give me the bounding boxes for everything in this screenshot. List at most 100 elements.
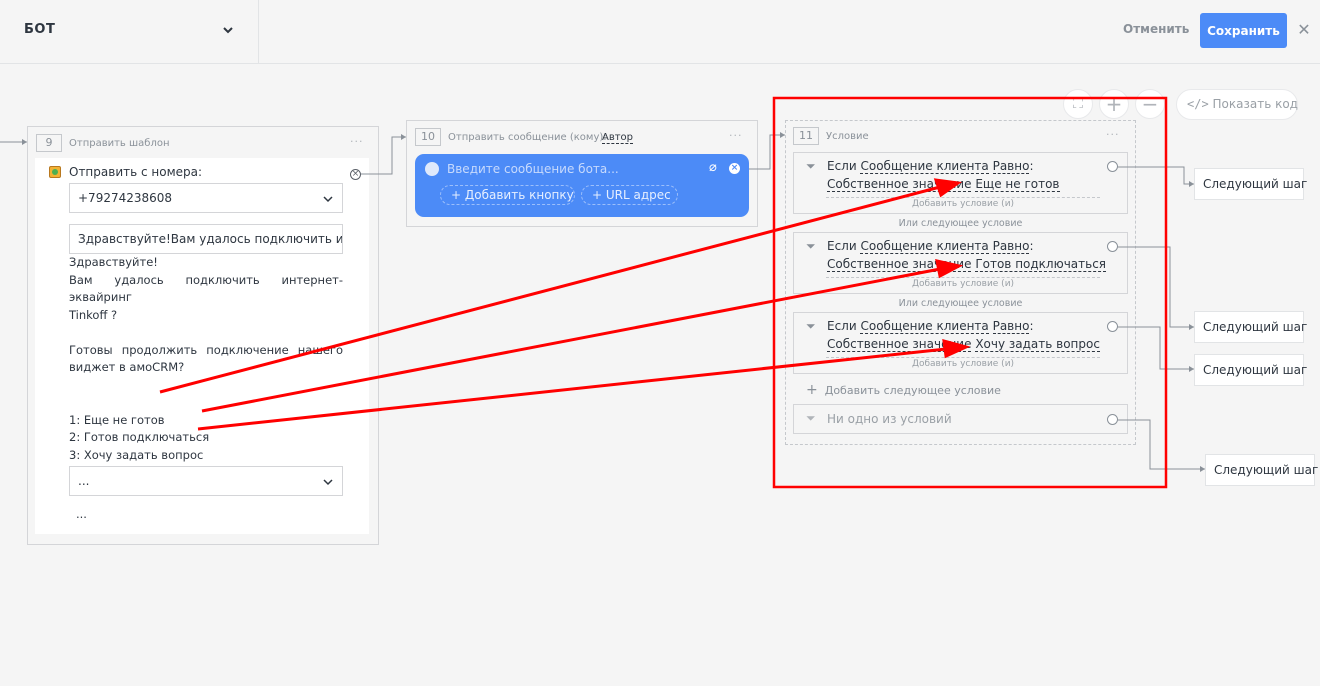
plus-icon: + — [592, 188, 606, 202]
zoom-in-icon[interactable]: + — [1099, 89, 1129, 119]
none-of-conditions-row[interactable]: ⏷ Ни одно из условий — [793, 404, 1128, 434]
zoom-out-icon[interactable]: − — [1135, 89, 1165, 119]
block-number: 11 — [793, 127, 819, 145]
value-input[interactable]: Готов подключаться — [975, 257, 1107, 272]
close-icon[interactable]: ✕ — [1296, 22, 1312, 38]
block-title: Отправить шаблон — [69, 138, 170, 149]
output-port[interactable] — [1107, 321, 1118, 332]
condition-value-line: Собственное значение Готов подключаться — [827, 257, 1107, 272]
or-next-label: Или следующее условие — [898, 218, 1023, 229]
remove-icon[interactable]: × — [350, 169, 361, 180]
next-step-button[interactable]: Следующий шаг — [1194, 311, 1307, 343]
or-next-label: Или следующее условие — [898, 298, 1023, 309]
if-label: Если — [827, 239, 857, 253]
url-button[interactable]: + URL адрес — [581, 185, 678, 205]
template-select[interactable]: Здравствуйте!Вам удалось подключить инте… — [69, 224, 343, 254]
field-select[interactable]: Сообщение клиента — [860, 159, 989, 174]
condition-line: Если Сообщение клиента Равно: — [827, 159, 1034, 174]
if-label: Если — [827, 319, 857, 333]
next-step-button[interactable]: Следующий шаг — [1194, 168, 1307, 200]
value-input[interactable]: Еще не готов — [975, 177, 1060, 192]
separator: : — [1029, 319, 1034, 333]
condition-row[interactable]: ⏷ Если Сообщение клиента Равно: Собствен… — [793, 152, 1128, 214]
field-select[interactable]: Сообщение клиента — [860, 319, 989, 334]
param-value: ... — [78, 474, 90, 488]
add-button-button[interactable]: + Добавить кнопку — [440, 185, 575, 205]
operator-select[interactable]: Равно — [992, 159, 1030, 174]
value-type-select[interactable]: Собственное значение — [827, 337, 972, 352]
plus-icon: + — [806, 382, 818, 398]
value-type-select[interactable]: Собственное значение — [827, 257, 972, 272]
whatsapp-icon — [49, 166, 61, 178]
field-select[interactable]: Сообщение клиента — [860, 239, 989, 254]
block-menu-icon[interactable]: ··· — [350, 135, 364, 148]
param-extra: ... — [76, 507, 87, 521]
clear-icon[interactable]: × — [729, 163, 740, 174]
template-message-text: Здравствуйте! Вам удалось подключить инт… — [69, 254, 343, 464]
message-line: 1: Еще не готов — [69, 412, 165, 427]
value-type-select[interactable]: Собственное значение — [827, 177, 972, 192]
add-next-condition[interactable]: + Добавить следующее условие — [806, 382, 1001, 398]
chevron-down-icon — [323, 196, 333, 203]
output-port[interactable] — [1107, 161, 1118, 172]
output-port[interactable] — [1107, 241, 1118, 252]
chevron-down-icon — [223, 27, 233, 34]
bot-selector[interactable]: БОТ — [0, 0, 259, 64]
filter-icon: ⏷ — [806, 159, 816, 173]
add-and-condition[interactable]: Добавить условие (и) — [826, 357, 1100, 369]
message-line: Tinkoff ? — [69, 307, 118, 322]
separator: : — [1029, 159, 1034, 173]
condition-line: Если Сообщение клиента Равно: — [827, 239, 1034, 254]
block-number: 10 — [415, 128, 441, 146]
operator-select[interactable]: Равно — [992, 239, 1030, 254]
bot-message-editor[interactable]: Введите сообщение бота... ⌀ × + Добавить… — [415, 154, 749, 217]
next-step-button[interactable]: Следующий шаг — [1194, 354, 1307, 386]
chevron-down-icon — [323, 479, 333, 486]
phone-select[interactable]: +79274238608 — [69, 183, 343, 213]
output-port[interactable] — [1107, 414, 1118, 425]
message-line: 3: Хочу задать вопрос — [69, 447, 204, 462]
filter-icon: ⏷ — [806, 411, 816, 425]
block-menu-icon[interactable]: ··· — [1106, 128, 1120, 141]
save-button[interactable]: Сохранить — [1200, 13, 1287, 48]
cancel-button[interactable]: Отменить — [1123, 22, 1189, 36]
from-number-label: Отправить с номера: — [69, 165, 203, 179]
code-icon: </> — [1187, 97, 1209, 111]
condition-row[interactable]: ⏷ Если Сообщение клиента Равно: Собствен… — [793, 312, 1128, 374]
message-line: Вам удалось подключить интернет-эквайрин… — [69, 272, 343, 305]
recipient-select[interactable]: Автор — [602, 132, 634, 144]
message-line: виджет в амоCRM? — [69, 360, 185, 374]
message-line: 2: Готов подключаться — [69, 430, 210, 444]
fullscreen-icon[interactable]: ⛶ — [1063, 89, 1093, 119]
param-select[interactable]: ... — [69, 466, 343, 496]
message-line — [69, 324, 343, 342]
attach-icon[interactable]: ⌀ — [709, 160, 717, 175]
message-input[interactable]: Введите сообщение бота... — [447, 162, 619, 176]
separator: : — [1029, 239, 1034, 253]
block-menu-icon[interactable]: ··· — [729, 129, 743, 142]
if-label: Если — [827, 159, 857, 173]
operator-select[interactable]: Равно — [992, 319, 1030, 334]
message-line — [69, 377, 343, 395]
condition-row[interactable]: ⏷ Если Сообщение клиента Равно: Собствен… — [793, 232, 1128, 294]
next-step-button[interactable]: Следующий шаг — [1205, 454, 1318, 486]
add-and-condition[interactable]: Добавить условие (и) — [826, 277, 1100, 289]
message-line: Здравствуйте! — [69, 255, 158, 269]
condition-value-line: Собственное значение Хочу задать вопрос — [827, 337, 1100, 352]
filter-icon: ⏷ — [806, 319, 816, 333]
filter-icon: ⏷ — [806, 239, 816, 253]
none-of-label: Ни одно из условий — [827, 412, 952, 426]
value-input[interactable]: Хочу задать вопрос — [975, 337, 1100, 352]
condition-value-line: Собственное значение Еще не готов — [827, 177, 1060, 192]
add-button-label: Добавить кнопку — [464, 188, 574, 202]
top-bar: БОТ Отменить Сохранить ✕ — [0, 0, 1320, 64]
add-next-label: Добавить следующее условие — [824, 384, 1001, 397]
message-line: Готовы продолжить подключение нашего — [69, 342, 343, 357]
phone-value: +79274238608 — [78, 191, 173, 205]
plus-icon: + — [451, 188, 465, 202]
template-value: Здравствуйте!Вам удалось подключить инте… — [78, 232, 343, 246]
block-title: Отправить сообщение (кому): — [448, 132, 607, 143]
add-and-condition[interactable]: Добавить условие (и) — [826, 197, 1100, 209]
emoji-icon[interactable] — [425, 162, 439, 176]
show-code-button[interactable]: </> Показать код — [1176, 89, 1298, 120]
